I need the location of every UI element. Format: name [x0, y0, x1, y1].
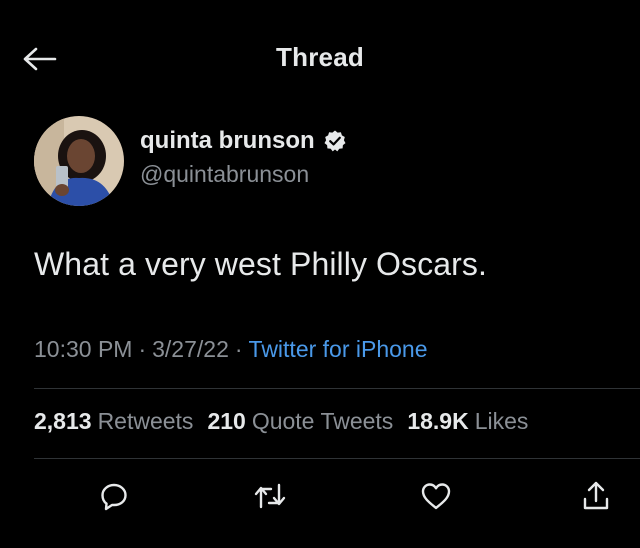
retweet-icon	[254, 483, 286, 509]
divider	[34, 388, 640, 389]
like-button[interactable]	[418, 478, 454, 514]
retweets-label: Retweets	[97, 408, 194, 434]
verified-badge-icon	[323, 129, 347, 153]
header: Thread	[0, 0, 640, 110]
tweet-author: quinta brunson @quintabrunson	[34, 116, 347, 206]
tweet-source-link[interactable]: Twitter for iPhone	[249, 336, 428, 362]
tweet-text: What a very west Philly Oscars.	[34, 246, 487, 282]
heart-icon	[421, 483, 451, 510]
reply-button[interactable]	[96, 478, 132, 514]
divider	[34, 458, 640, 459]
quote-tweets-stat[interactable]: 210 Quote Tweets	[207, 408, 393, 435]
page-title: Thread	[276, 42, 364, 72]
tweet-thread-page: Thread quinta brunson @quintabrunson Wha…	[0, 0, 640, 548]
display-name-row: quinta brunson	[140, 127, 347, 155]
meta-separator: ·	[138, 336, 147, 362]
avatar[interactable]	[34, 116, 124, 206]
quote-tweets-label: Quote Tweets	[251, 408, 394, 434]
likes-stat[interactable]: 18.9K Likes	[407, 408, 528, 435]
tweet-meta: 10:30 PM · 3/27/22 · Twitter for iPhone	[34, 336, 428, 363]
retweets-count: 2,813	[34, 408, 92, 434]
display-name[interactable]: quinta brunson	[140, 127, 315, 155]
retweet-button[interactable]	[252, 478, 288, 514]
tweet-stats: 2,813 Retweets 210 Quote Tweets 18.9K Li…	[34, 408, 542, 435]
author-handle[interactable]: @quintabrunson	[140, 161, 347, 188]
share-icon	[583, 481, 609, 510]
quote-tweets-count: 210	[207, 408, 246, 434]
likes-label: Likes	[474, 408, 529, 434]
author-names: quinta brunson @quintabrunson	[140, 127, 347, 188]
meta-separator: ·	[234, 336, 243, 362]
tweet-date[interactable]: 3/27/22	[152, 336, 229, 362]
retweets-stat[interactable]: 2,813 Retweets	[34, 408, 193, 435]
tweet-time[interactable]: 10:30 PM	[34, 336, 132, 362]
likes-count: 18.9K	[407, 408, 469, 434]
reply-icon	[101, 483, 127, 511]
tweet-actions	[0, 470, 640, 520]
share-button[interactable]	[578, 478, 614, 514]
